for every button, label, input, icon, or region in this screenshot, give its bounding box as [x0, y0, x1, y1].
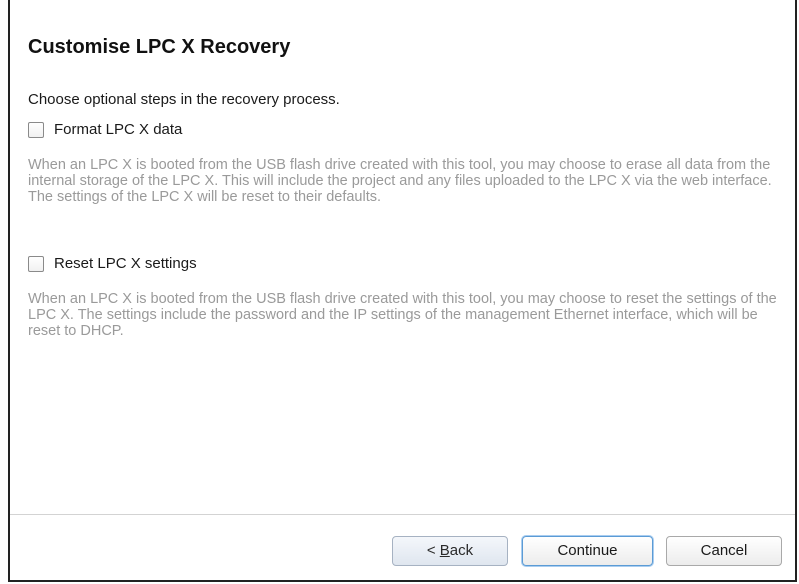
cancel-button[interactable]: Cancel: [666, 536, 782, 566]
continue-button[interactable]: Continue: [522, 536, 653, 566]
reset-settings-label: Reset LPC X settings: [54, 255, 197, 272]
format-data-label: Format LPC X data: [54, 121, 183, 138]
reset-settings-checkbox[interactable]: [28, 255, 44, 272]
format-data-checkbox[interactable]: [28, 121, 44, 138]
back-button-mnemonic: B: [439, 542, 450, 559]
back-button-rest: ack: [449, 542, 474, 559]
format-data-option[interactable]: Format LPC X data: [28, 121, 182, 138]
back-button[interactable]: < Back: [392, 536, 508, 566]
intro-text: Choose optional steps in the recovery pr…: [28, 91, 340, 108]
reset-settings-option[interactable]: Reset LPC X settings: [28, 255, 197, 272]
page-title: Customise LPC X Recovery: [28, 36, 291, 58]
button-bar-divider: [10, 514, 795, 515]
format-data-description: When an LPC X is booted from the USB fla…: [28, 157, 772, 205]
back-button-prefix: <: [426, 542, 440, 559]
reset-settings-description: When an LPC X is booted from the USB fla…: [28, 291, 777, 339]
recovery-wizard-dialog: Customise LPC X Recovery Choose optional…: [8, 0, 797, 582]
